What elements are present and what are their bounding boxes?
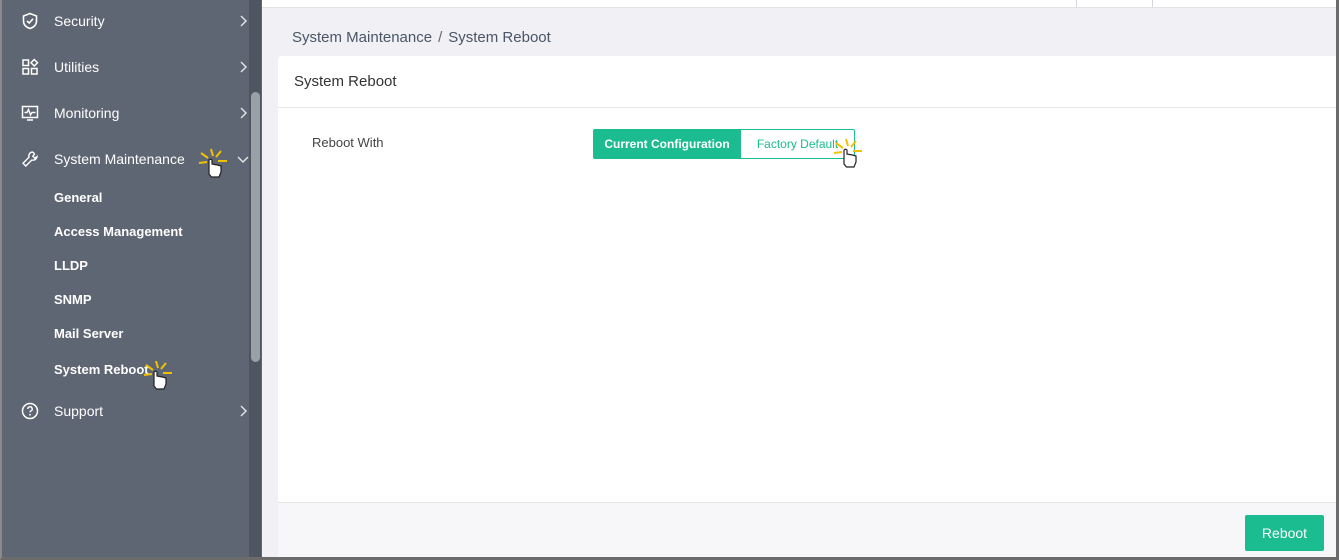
- card-header: System Reboot: [278, 56, 1336, 108]
- sidebar-item-label: Utilities: [54, 59, 100, 75]
- breadcrumb-current: System Reboot: [448, 28, 551, 46]
- submenu-item-system-reboot[interactable]: System Reboot: [54, 357, 149, 381]
- breadcrumb: System Maintenance / System Reboot: [292, 27, 551, 47]
- content-card: System Reboot Reboot With Current Config…: [278, 56, 1336, 502]
- shield-icon: [20, 11, 40, 31]
- wrench-icon: [20, 149, 40, 169]
- breadcrumb-separator: /: [438, 28, 443, 46]
- submenu-item-lldp[interactable]: LLDP: [54, 253, 88, 277]
- chevron-right-icon: [236, 404, 250, 418]
- reboot-with-label: Reboot With: [312, 135, 384, 150]
- app-window: Security Utilities Monitoring System Mai…: [0, 0, 1339, 560]
- submenu-item-general[interactable]: General: [54, 185, 102, 209]
- factory-default-option[interactable]: Factory Default: [741, 129, 855, 159]
- reboot-button[interactable]: Reboot: [1245, 515, 1324, 551]
- sidebar-item-label: Monitoring: [54, 105, 120, 121]
- sidebar-item-security[interactable]: Security: [2, 3, 262, 39]
- chevron-right-icon: [236, 60, 250, 74]
- sidebar-item-label: Support: [54, 403, 104, 419]
- chevron-down-icon: [236, 152, 250, 166]
- topbar-divider: [1152, 0, 1153, 7]
- question-circle-icon: [20, 401, 40, 421]
- submenu-item-snmp[interactable]: SNMP: [54, 287, 92, 311]
- page-title: System Reboot: [294, 73, 397, 90]
- sidebar-item-monitoring[interactable]: Monitoring: [2, 95, 262, 131]
- topbar-divider: [1076, 0, 1077, 7]
- card-footer: Reboot: [278, 502, 1336, 557]
- current-configuration-option[interactable]: Current Configuration: [593, 129, 741, 159]
- utilities-grid-icon: [20, 57, 40, 77]
- sidebar-item-system-maintenance[interactable]: System Maintenance: [2, 141, 262, 177]
- sidebar-item-label: Security: [54, 13, 105, 29]
- sidebar-scrollbar-thumb[interactable]: [251, 92, 260, 362]
- sidebar-item-utilities[interactable]: Utilities: [2, 49, 262, 85]
- reboot-with-segmented-control: Current Configuration Factory Default: [593, 129, 855, 159]
- top-bar: [262, 0, 1336, 8]
- monitor-pulse-icon: [20, 103, 40, 123]
- sidebar-item-support[interactable]: Support: [2, 393, 262, 429]
- chevron-right-icon: [236, 106, 250, 120]
- chevron-right-icon: [236, 14, 250, 28]
- submenu-item-mail-server[interactable]: Mail Server: [54, 321, 123, 345]
- submenu-item-access-management[interactable]: Access Management: [54, 219, 183, 243]
- breadcrumb-parent[interactable]: System Maintenance: [292, 29, 432, 46]
- sidebar: Security Utilities Monitoring System Mai…: [2, 0, 262, 557]
- sidebar-item-label: System Maintenance: [54, 151, 185, 167]
